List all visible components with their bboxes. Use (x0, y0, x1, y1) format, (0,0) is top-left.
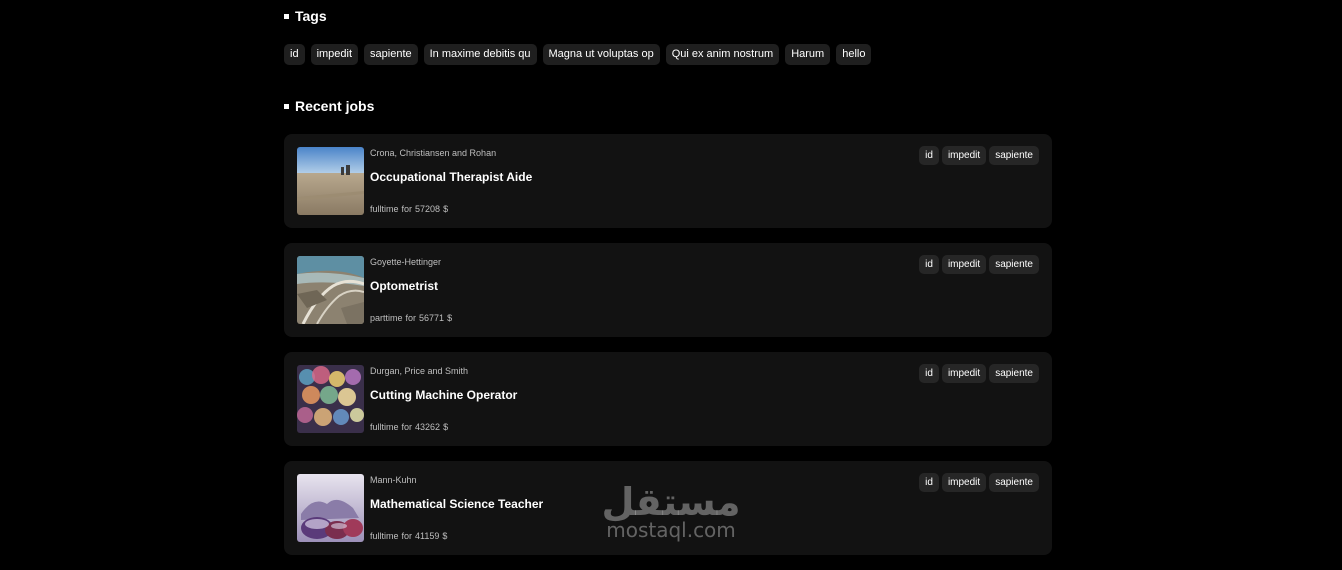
job-for-label: for (405, 313, 417, 323)
job-salary-amount: 43262 (415, 422, 441, 432)
job-tags: id impedit sapiente (919, 146, 1039, 165)
job-title[interactable]: Optometrist (370, 279, 438, 293)
job-tag[interactable]: id (919, 364, 939, 383)
job-tags: id impedit sapiente (919, 255, 1039, 274)
job-salary: parttime for 56771 $ (370, 313, 455, 323)
tags-title-text: Tags (295, 8, 327, 24)
job-tag[interactable]: impedit (941, 255, 987, 274)
tag-id[interactable]: id (284, 44, 305, 65)
job-company: Durgan, Price and Smith (370, 366, 469, 376)
square-bullet-icon (284, 104, 289, 109)
job-currency: $ (443, 204, 449, 214)
job-tag[interactable]: impedit (941, 364, 987, 383)
job-currency: $ (442, 531, 448, 541)
job-tags: id impedit sapiente (919, 473, 1039, 492)
job-tag[interactable]: id (919, 146, 939, 165)
tag-sapiente[interactable]: sapiente (364, 44, 418, 65)
job-thumbnail (297, 474, 364, 542)
job-tag[interactable]: impedit (941, 473, 987, 492)
job-title[interactable]: Mathematical Science Teacher (370, 497, 543, 511)
job-thumbnail (297, 256, 364, 324)
tags-section-title: Tags (284, 6, 327, 26)
job-company: Mann-Kuhn (370, 475, 417, 485)
job-thumbnail (297, 365, 364, 433)
job-for-label: for (401, 204, 413, 214)
job-salary: fulltime for 41159 $ (370, 531, 450, 541)
berries-photo-icon (297, 474, 364, 542)
job-currency: $ (447, 313, 453, 323)
job-tags: id impedit sapiente (919, 364, 1039, 383)
job-salary-amount: 41159 (415, 531, 440, 541)
job-card[interactable]: Durgan, Price and Smith Cutting Machine … (284, 352, 1052, 446)
tags-list: id impedit sapiente In maxime debitis qu… (284, 44, 872, 65)
job-for-label: for (401, 422, 413, 432)
tag-impedit[interactable]: impedit (310, 44, 359, 65)
landscape-photo-icon (297, 147, 364, 215)
job-card[interactable]: Crona, Christiansen and Rohan Occupation… (284, 134, 1052, 228)
tag-qui-ex-anim-nostrum[interactable]: Qui ex anim nostrum (665, 44, 780, 65)
recent-jobs-title-text: Recent jobs (295, 98, 375, 114)
job-currency: $ (443, 422, 449, 432)
job-tag[interactable]: id (919, 473, 939, 492)
job-tag[interactable]: sapiente (989, 473, 1039, 492)
bokeh-photo-icon (297, 365, 364, 433)
aerial-photo-icon (297, 256, 364, 324)
job-tag[interactable]: id (919, 255, 939, 274)
job-title[interactable]: Cutting Machine Operator (370, 388, 517, 402)
job-type: fulltime (370, 204, 399, 214)
job-card[interactable]: Goyette-Hettinger Optometrist parttime fo… (284, 243, 1052, 337)
tag-harum[interactable]: Harum (785, 44, 831, 65)
job-tag[interactable]: sapiente (989, 255, 1039, 274)
job-type: parttime (370, 313, 403, 323)
job-title[interactable]: Occupational Therapist Aide (370, 170, 532, 184)
job-for-label: for (401, 531, 413, 541)
job-tag[interactable]: sapiente (989, 146, 1039, 165)
tag-hello[interactable]: hello (836, 44, 872, 65)
square-bullet-icon (284, 14, 289, 19)
job-tag[interactable]: impedit (941, 146, 987, 165)
watermark-latin-text: mostaql.com (606, 518, 736, 542)
tag-in-maxime-debitis-qu[interactable]: In maxime debitis qu (423, 44, 537, 65)
job-salary: fulltime for 57208 $ (370, 204, 451, 214)
job-salary: fulltime for 43262 $ (370, 422, 451, 432)
mostaql-watermark: مستقل mostaql.com (596, 478, 746, 540)
recent-jobs-section-title: Recent jobs (284, 96, 374, 116)
job-tag[interactable]: sapiente (989, 364, 1039, 383)
job-salary-amount: 57208 (415, 204, 441, 214)
job-type: fulltime (370, 422, 399, 432)
job-company: Crona, Christiansen and Rohan (370, 148, 497, 158)
job-thumbnail (297, 147, 364, 215)
job-company: Goyette-Hettinger (370, 257, 442, 267)
tag-magna-ut-voluptas-op[interactable]: Magna ut voluptas op (542, 44, 660, 65)
job-type: fulltime (370, 531, 399, 541)
job-salary-amount: 56771 (419, 313, 445, 323)
